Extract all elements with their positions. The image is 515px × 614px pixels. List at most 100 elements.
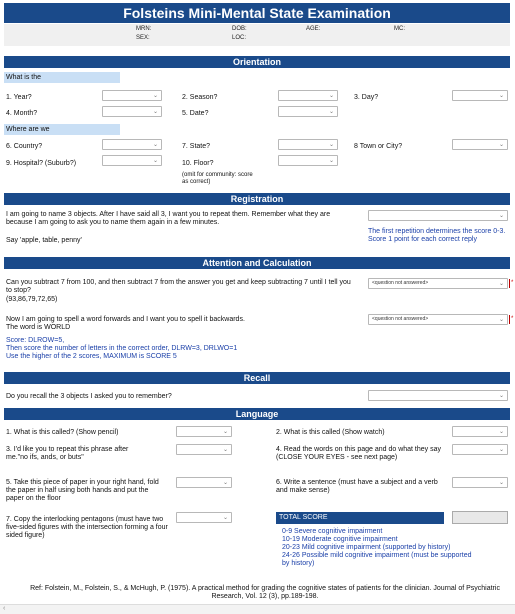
floor-select[interactable]: ⌄ xyxy=(278,155,338,166)
subtract-text: Can you subtract 7 from 100, and then su… xyxy=(6,279,351,294)
where-are-we-band: Where are we xyxy=(4,124,120,135)
q1-select[interactable]: ⌄ xyxy=(176,426,232,437)
language-q5: 5. Take this piece of paper in your righ… xyxy=(6,479,159,502)
date-select[interactable]: ⌄ xyxy=(278,106,338,117)
chevron-down-icon: ⌄ xyxy=(328,142,334,148)
chevron-down-icon: ⌄ xyxy=(222,447,228,453)
required-marker-icon: * xyxy=(509,279,514,288)
state-select[interactable]: ⌄ xyxy=(278,139,338,150)
recall-header: Recall xyxy=(4,372,510,384)
town-label: 8 Town or City? xyxy=(354,143,403,150)
spell-word: The word is WORLD xyxy=(6,324,71,331)
chevron-down-icon: ⌄ xyxy=(498,213,504,219)
chevron-down-icon: ⌄ xyxy=(328,109,334,115)
hospital-label: 9. Hospital? (Suburb?) xyxy=(6,160,77,167)
score-key-4: 24-26 Possible mild cognitive impairment… xyxy=(282,552,472,567)
season-select[interactable]: ⌄ xyxy=(278,90,338,101)
q4-select[interactable]: ⌄ xyxy=(452,444,508,455)
age-label: AGE: xyxy=(306,26,321,32)
loc-label: LOC: xyxy=(232,35,247,41)
q3-select[interactable]: ⌄ xyxy=(176,444,232,455)
chevron-down-icon: ⌄ xyxy=(222,429,228,435)
chevron-down-icon: ⌄ xyxy=(222,515,228,521)
floor-note: (omit for community: score as correct) xyxy=(182,172,253,185)
language-q3: 3. I'd like you to repeat this phrase af… xyxy=(6,446,129,461)
subtract-select-value: <question not answered> xyxy=(372,280,429,286)
town-select[interactable]: ⌄ xyxy=(452,139,508,150)
score-key-3: 20-23 Mild cognitive impairment (support… xyxy=(282,544,451,551)
spell-text: Now I am going to spell a word forwards … xyxy=(6,316,245,323)
score-line-1: Score: DLROW=5, xyxy=(6,337,65,344)
form-title: Folsteins Mini-Mental State Examination xyxy=(4,3,510,23)
chevron-down-icon: ⌄ xyxy=(498,429,504,435)
chevron-down-icon: ⌄ xyxy=(498,447,504,453)
where-are-we-label: Where are we xyxy=(6,126,50,133)
chevron-down-icon: ⌄ xyxy=(498,93,504,99)
chevron-down-icon: ⌄ xyxy=(498,393,504,399)
attention-header: Attention and Calculation xyxy=(4,257,510,269)
q6-select[interactable]: ⌄ xyxy=(452,477,508,488)
state-label: 7. State? xyxy=(182,143,211,150)
scroll-left-icon[interactable]: ‹ xyxy=(3,605,5,612)
patient-info-bar: MRN: SEX: DOB: LOC: AGE: MC: xyxy=(4,24,510,46)
month-label: 4. Month? xyxy=(6,110,38,117)
floor-label: 10. Floor? xyxy=(182,160,214,167)
score-key: 0-9 Severe cognitive impairment 10-19 Mo… xyxy=(276,528,476,568)
spell-select-value: <question not answered> xyxy=(372,316,429,322)
score-line-2: Then score the number of letters in the … xyxy=(6,345,238,352)
q7-select[interactable]: ⌄ xyxy=(176,512,232,523)
chevron-down-icon: ⌄ xyxy=(498,317,504,323)
what-is-the-label: What is the xyxy=(6,74,42,81)
country-label: 6. Country? xyxy=(6,143,43,150)
chevron-down-icon: ⌄ xyxy=(222,480,228,486)
registration-say: Say 'apple, table, penny' xyxy=(6,237,82,244)
chevron-down-icon: ⌄ xyxy=(498,480,504,486)
day-label: 3. Day? xyxy=(354,94,379,101)
registration-note: The first repetition determines the scor… xyxy=(368,228,506,243)
language-q1: 1. What is this called? (Show pencil) xyxy=(6,429,119,436)
total-score-text: TOTAL SCORE xyxy=(279,514,328,521)
language-q4: 4. Read the words on this page and do wh… xyxy=(276,446,441,461)
country-select[interactable]: ⌄ xyxy=(102,139,162,150)
score-key-2: 10-19 Moderate cognitive impairment xyxy=(282,536,398,543)
language-q6: 6. Write a sentence (must have a subject… xyxy=(276,479,438,494)
language-q7: 7. Copy the interlocking pentagons (must… xyxy=(6,516,168,539)
year-select[interactable]: ⌄ xyxy=(102,90,162,101)
language-header: Language xyxy=(4,408,510,420)
day-select[interactable]: ⌄ xyxy=(452,90,508,101)
score-line-3: Use the higher of the 2 scores, MAXIMUM … xyxy=(6,353,177,360)
language-q2: 2. What is this called (Show watch) xyxy=(276,429,385,436)
month-select[interactable]: ⌄ xyxy=(102,106,162,117)
spell-select[interactable]: <question not answered> ⌄ xyxy=(368,314,508,325)
total-score-label: TOTAL SCORE xyxy=(276,512,444,524)
horizontal-scrollbar[interactable]: ‹ xyxy=(0,604,515,614)
date-label: 5. Date? xyxy=(182,110,209,117)
season-label: 2. Season? xyxy=(182,94,218,101)
registration-select[interactable]: ⌄ xyxy=(368,210,508,221)
total-score-field[interactable] xyxy=(452,511,508,524)
what-is-the-band: What is the xyxy=(4,72,120,83)
hospital-select[interactable]: ⌄ xyxy=(102,155,162,166)
q5-select[interactable]: ⌄ xyxy=(176,477,232,488)
chevron-down-icon: ⌄ xyxy=(152,158,158,164)
subtract-select[interactable]: <question not answered> ⌄ xyxy=(368,278,508,289)
subtract-values: (93,86,79,72,65) xyxy=(6,296,58,303)
chevron-down-icon: ⌄ xyxy=(328,93,334,99)
mc-label: MC: xyxy=(394,26,405,32)
chevron-down-icon: ⌄ xyxy=(152,109,158,115)
score-key-1: 0-9 Severe cognitive impairment xyxy=(282,528,383,535)
recall-select[interactable]: ⌄ xyxy=(368,390,508,401)
chevron-down-icon: ⌄ xyxy=(152,142,158,148)
q2-select[interactable]: ⌄ xyxy=(452,426,508,437)
recall-question: Do you recall the 3 objects I asked you … xyxy=(6,393,172,400)
registration-text: I am going to name 3 objects. After I ha… xyxy=(6,211,331,226)
chevron-down-icon: ⌄ xyxy=(498,142,504,148)
registration-header: Registration xyxy=(4,193,510,205)
chevron-down-icon: ⌄ xyxy=(328,158,334,164)
year-label: 1. Year? xyxy=(6,94,32,101)
dob-label: DOB: xyxy=(232,26,247,32)
reference-text: Ref: Folstein, M., Folstein, S., & McHug… xyxy=(30,585,500,600)
chevron-down-icon: ⌄ xyxy=(152,93,158,99)
sex-label: SEX: xyxy=(136,35,150,41)
chevron-down-icon: ⌄ xyxy=(498,281,504,287)
